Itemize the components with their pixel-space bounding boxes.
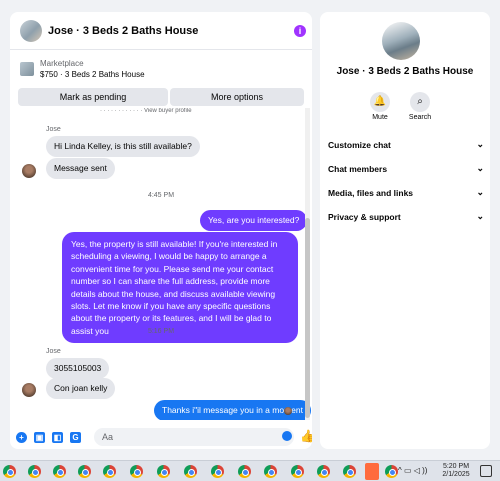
chrome-icon[interactable]: [291, 465, 304, 478]
scrollbar[interactable]: [305, 108, 310, 420]
message-bubble[interactable]: Yes, the property is still available! If…: [62, 232, 298, 344]
chrome-icon[interactable]: [157, 465, 170, 478]
active-app-icon[interactable]: [365, 463, 379, 480]
section-label: Media, files and links: [328, 188, 414, 198]
listing-avatar-large[interactable]: [382, 22, 420, 60]
chrome-icon[interactable]: [28, 465, 41, 478]
sender-name: Jose: [46, 348, 61, 355]
chat-header: Jose · 3 Beds 2 Baths House i: [10, 12, 312, 50]
taskbar: ^ ▭ ◁ )) 5:20 PM 2/1/2025: [0, 460, 500, 481]
chevron-down-icon: ⌄: [476, 187, 484, 197]
section-label: Chat members: [328, 164, 388, 174]
message-bubble[interactable]: Con joan kelly: [46, 378, 116, 399]
info-panel: Jose · 3 Beds 2 Baths House 🔔 Mute ⌕ Sea…: [320, 12, 490, 449]
chrome-icon[interactable]: [78, 465, 91, 478]
notification-icon[interactable]: [480, 465, 492, 477]
composer: + ▣ ◧ G Aa 👍: [10, 426, 312, 448]
chrome-icon[interactable]: [184, 465, 197, 478]
chrome-icon[interactable]: [238, 465, 251, 478]
message-bubble[interactable]: 3055105003: [46, 358, 110, 379]
chat-panel: Jose · 3 Beds 2 Baths House i Marketplac…: [10, 12, 312, 449]
image-icon[interactable]: ▣: [34, 431, 45, 443]
chrome-icon[interactable]: [264, 465, 277, 478]
listing-thumbnail: [20, 62, 34, 76]
chevron-down-icon: ⌄: [476, 163, 484, 173]
chrome-icon[interactable]: [103, 465, 116, 478]
marketplace-listing[interactable]: Marketplace $750 · 3 Beds 2 Baths House: [10, 52, 312, 86]
chrome-icon[interactable]: [53, 465, 66, 478]
chrome-icon[interactable]: [3, 465, 16, 478]
section-label: Privacy & support: [328, 212, 401, 222]
read-receipt-avatar: [284, 407, 292, 415]
sender-name: Jose: [46, 126, 61, 133]
message-bubble[interactable]: Yes, are you interested?: [200, 210, 308, 231]
info-title: Jose · 3 Beds 2 Baths House: [336, 66, 474, 77]
chrome-icon[interactable]: [343, 465, 356, 478]
system-tray-icons[interactable]: ^ ▭ ◁ )): [398, 466, 427, 475]
clock-date: 2/1/2025: [442, 471, 470, 478]
message-input[interactable]: Aa: [94, 428, 294, 446]
search-icon: ⌕: [410, 92, 430, 112]
mark-as-pending-button[interactable]: Mark as pending: [18, 88, 168, 106]
section-media-files-links[interactable]: Media, files and links ⌄: [328, 187, 484, 198]
sticker-icon[interactable]: ◧: [52, 431, 63, 443]
more-options-button[interactable]: More options: [170, 88, 304, 106]
sender-avatar[interactable]: [22, 383, 36, 397]
message-list: · · · · · · · · · · · · View buyer profi…: [10, 108, 312, 420]
section-privacy-support[interactable]: Privacy & support ⌄: [328, 211, 484, 222]
marketplace-label: Marketplace: [40, 59, 84, 68]
message-bubble[interactable]: Message sent: [46, 158, 115, 179]
chrome-icon[interactable]: [211, 465, 224, 478]
gif-icon[interactable]: G: [70, 431, 81, 443]
search-label: Search: [408, 114, 432, 121]
chrome-icon[interactable]: [385, 465, 398, 478]
listing-price: $750 · 3 Beds 2 Baths House: [40, 70, 145, 79]
clock-time: 5:20 PM: [442, 463, 470, 470]
chevron-down-icon: ⌄: [476, 139, 484, 149]
section-customize-chat[interactable]: Customize chat ⌄: [328, 139, 484, 150]
listing-avatar[interactable]: [20, 19, 42, 42]
screen: Jose · 3 Beds 2 Baths House i Marketplac…: [0, 0, 500, 481]
cut-off-text: · · · · · · · · · · · · View buyer profi…: [100, 108, 192, 114]
section-chat-members[interactable]: Chat members ⌄: [328, 163, 484, 174]
sender-avatar[interactable]: [22, 164, 36, 178]
chevron-down-icon: ⌄: [476, 211, 484, 221]
section-label: Customize chat: [328, 140, 391, 150]
clock[interactable]: 5:20 PM 2/1/2025: [440, 463, 472, 479]
plus-icon[interactable]: +: [16, 431, 27, 443]
message-bubble[interactable]: Hi Linda Kelley, is this still available…: [46, 136, 200, 157]
scrollbar-thumb[interactable]: [305, 218, 310, 418]
search-button[interactable]: ⌕ Search: [400, 92, 440, 121]
chat-title[interactable]: Jose · 3 Beds 2 Baths House: [48, 25, 198, 37]
bell-icon: 🔔: [370, 92, 390, 112]
mute-label: Mute: [372, 114, 388, 121]
timestamp: 4:45 PM: [147, 192, 175, 199]
chrome-icon[interactable]: [130, 465, 143, 478]
info-icon[interactable]: i: [294, 25, 306, 37]
thumbs-up-icon[interactable]: 👍: [300, 429, 312, 443]
chrome-icon[interactable]: [317, 465, 330, 478]
timestamp: 5:16 PM: [147, 328, 175, 335]
emoji-icon[interactable]: [282, 431, 292, 441]
mute-button[interactable]: 🔔 Mute: [360, 92, 400, 121]
